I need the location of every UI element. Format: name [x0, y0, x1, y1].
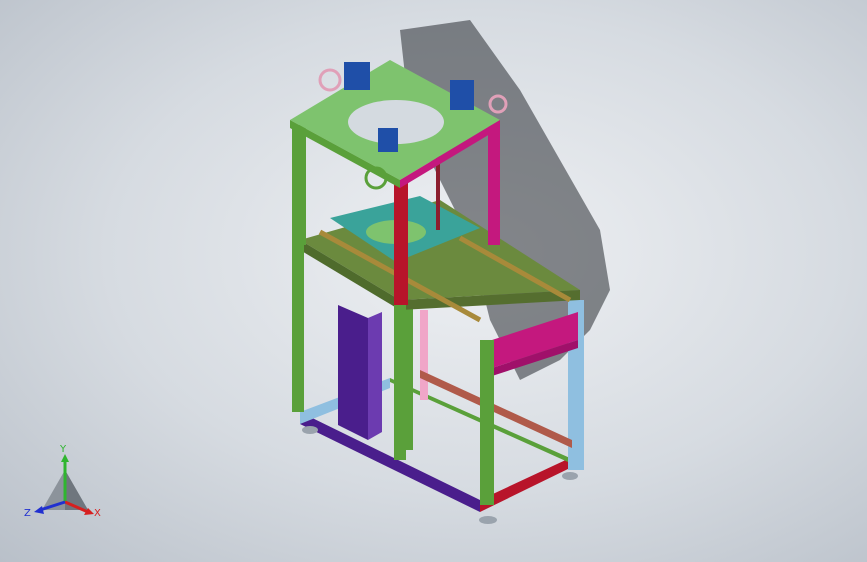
y-axis-label: Y: [59, 444, 67, 455]
z-axis-arrow-icon: [34, 506, 44, 514]
diagonal-brace: [420, 370, 572, 448]
coordinate-triad[interactable]: Y X Z: [20, 440, 110, 540]
x-axis-label: X: [94, 508, 101, 519]
y-axis-arrow-icon: [61, 454, 69, 462]
z-axis-label: Z: [24, 508, 31, 519]
machine-assembly-model[interactable]: [0, 0, 867, 562]
lift-column: [338, 305, 382, 440]
cad-viewport[interactable]: Y X Z: [0, 0, 867, 562]
